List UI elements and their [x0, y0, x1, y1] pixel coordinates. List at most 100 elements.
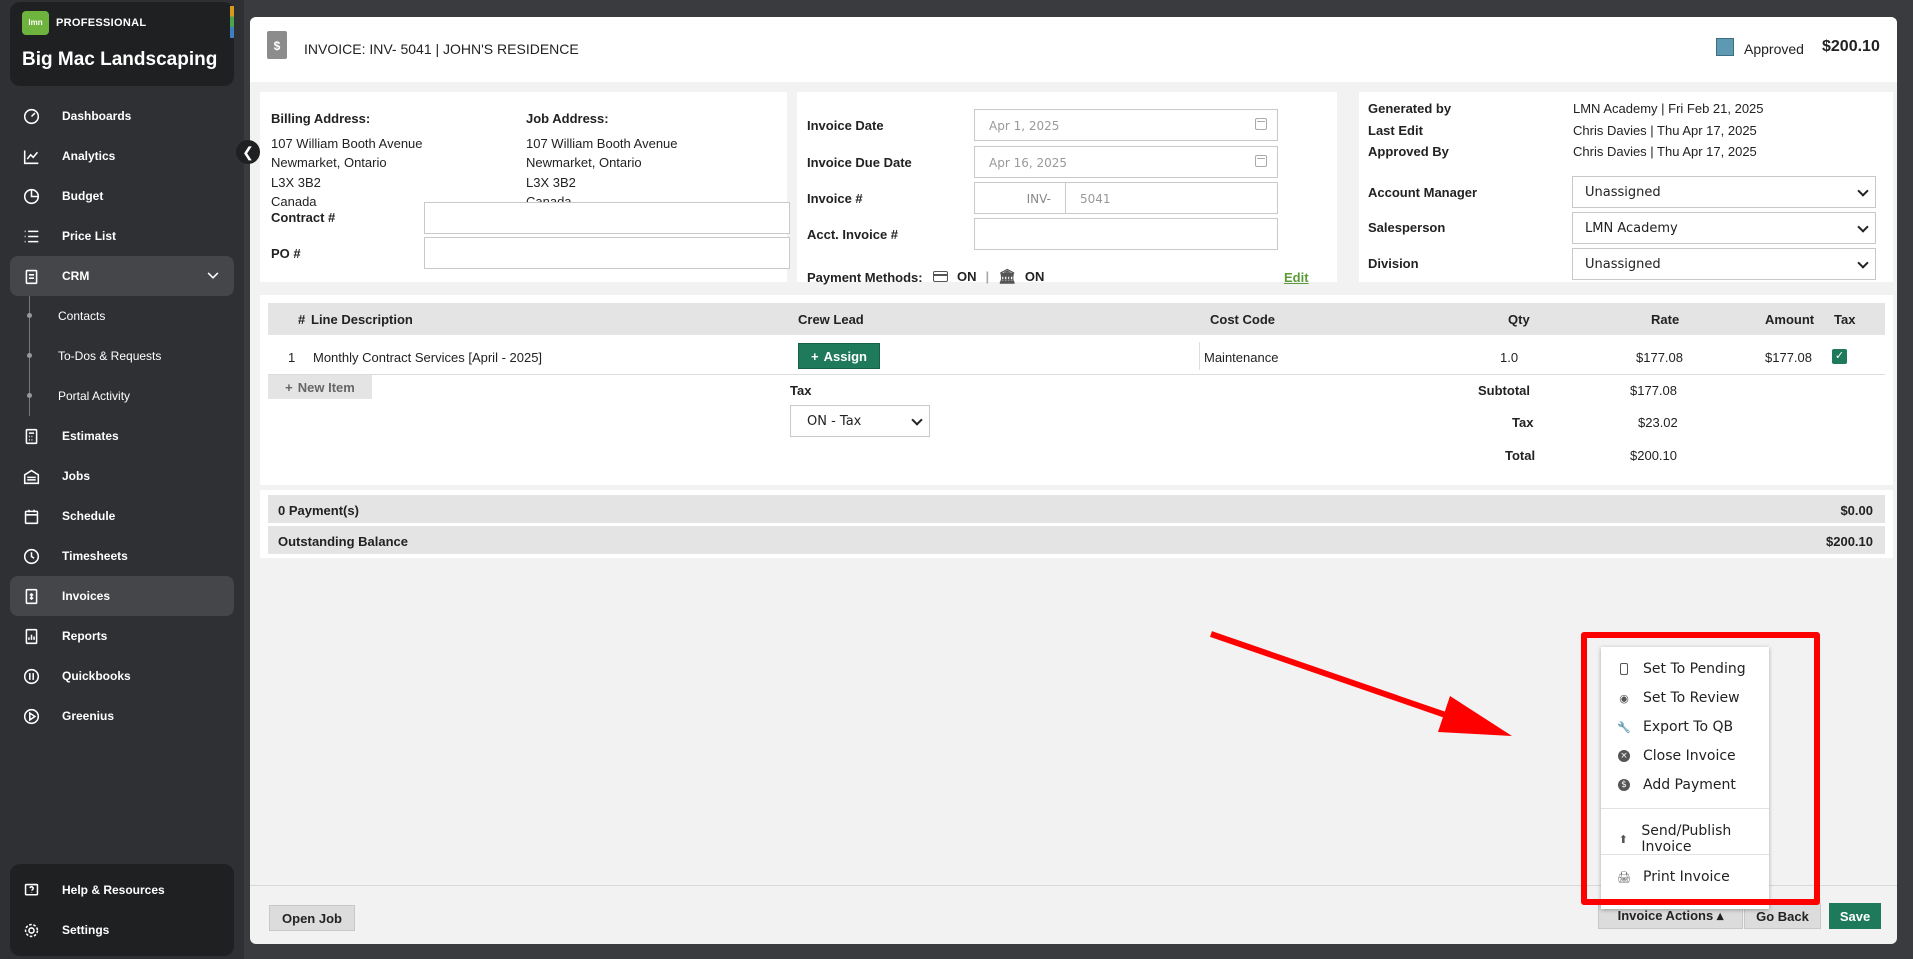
invoice-icon: [22, 587, 40, 605]
invoice-header: $ INVOICE: INV- 5041 | JOHN'S RESIDENCE …: [250, 17, 1897, 82]
help-icon: [22, 881, 40, 899]
row-divider: [268, 374, 1885, 375]
nav-quickbooks[interactable]: Quickbooks: [10, 656, 234, 696]
po-field[interactable]: [424, 237, 790, 269]
tax-total-value: $23.02: [1638, 415, 1678, 430]
division-select[interactable]: Unassigned: [1572, 248, 1876, 280]
subtotal-value: $177.08: [1630, 383, 1677, 398]
card-status: ON: [957, 269, 977, 284]
meta-card: Generated by LMN Academy | Fri Feb 21, 2…: [1359, 92, 1893, 282]
calendar-icon: [22, 507, 40, 525]
calendar-icon[interactable]: [1255, 118, 1267, 130]
chevron-left-icon: ❮: [242, 143, 254, 160]
open-job-button[interactable]: Open Job: [269, 905, 355, 931]
row-description[interactable]: Monthly Contract Services [April - 2025]: [313, 350, 542, 365]
nav-timesheets[interactable]: Timesheets: [10, 536, 234, 576]
gauge-icon: [22, 107, 40, 125]
quickbooks-icon: [22, 667, 40, 685]
total-value: $200.10: [1630, 448, 1677, 463]
separator: |: [985, 269, 990, 284]
due-date-field[interactable]: Apr 16, 2025: [974, 146, 1278, 178]
nav-jobs[interactable]: Jobs: [10, 456, 234, 496]
nav-estimates[interactable]: Estimates: [10, 416, 234, 456]
nav-label: CRM: [62, 269, 90, 283]
billing-line-2: Newmarket, Ontario: [271, 155, 387, 170]
line-items-card: # Line Description Crew Lead Cost Code Q…: [260, 295, 1893, 485]
nav-help[interactable]: Help & Resources: [10, 870, 234, 910]
nav-settings[interactable]: Settings: [10, 910, 234, 950]
sidebar: lmn PROFESSIONAL Big Mac Landscaping Das…: [0, 0, 244, 959]
calendar-icon[interactable]: [1255, 155, 1267, 167]
row-cost-code[interactable]: Maintenance: [1204, 350, 1278, 365]
main-nav: Dashboards Analytics Budget Price List C…: [10, 96, 234, 736]
invoice-prefix-field: INV-: [974, 182, 1066, 214]
new-item-label: New Item: [297, 379, 355, 395]
nav-todos-requests[interactable]: To-Dos & Requests: [10, 336, 234, 376]
col-qty: Qty: [1508, 312, 1530, 327]
invoice-number-label: Invoice #: [807, 191, 863, 206]
sidebar-collapse-button[interactable]: ❮: [236, 140, 260, 164]
acct-invoice-label: Acct. Invoice #: [807, 227, 899, 242]
nav-portal-activity[interactable]: Portal Activity: [10, 376, 234, 416]
tax-select[interactable]: ON - Tax: [790, 405, 930, 437]
balance-label: Outstanding Balance: [278, 534, 409, 549]
nav-label: Jobs: [62, 469, 91, 483]
new-item-button[interactable]: + New Item: [268, 375, 372, 399]
account-manager-select[interactable]: Unassigned: [1572, 176, 1876, 208]
billing-line-1: 107 William Booth Avenue: [271, 136, 423, 151]
chevron-down-icon[interactable]: [206, 268, 220, 285]
billing-line-4: Canada: [271, 194, 317, 209]
brand-block[interactable]: lmn PROFESSIONAL Big Mac Landscaping: [10, 2, 234, 86]
save-button[interactable]: Save: [1829, 903, 1881, 929]
approved-by-label: Approved By: [1368, 144, 1449, 159]
building-icon: [22, 467, 40, 485]
balance-value: $200.10: [1826, 534, 1873, 549]
col-number: #: [298, 312, 306, 327]
nav-analytics[interactable]: Analytics: [10, 136, 234, 176]
chevron-down-icon: [1857, 185, 1869, 197]
total-label: Total: [1505, 448, 1536, 463]
bank-status: ON: [1024, 269, 1045, 284]
salesperson-value: LMN Academy: [1585, 221, 1678, 236]
cell-divider: [1199, 342, 1200, 370]
plus-icon: +: [811, 348, 819, 364]
nav-reports[interactable]: Reports: [10, 616, 234, 656]
row-rate[interactable]: $177.08: [1636, 350, 1683, 365]
invoice-number-field[interactable]: 5041: [1065, 182, 1278, 214]
payment-methods-status: ON | 🏛 ON: [933, 268, 1044, 285]
assign-label: Assign: [823, 348, 867, 364]
edit-payment-methods-link[interactable]: Edit: [1284, 270, 1309, 285]
billing-address-label: Billing Address:: [271, 111, 371, 126]
nav-contacts[interactable]: Contacts: [10, 296, 234, 336]
account-manager-label: Account Manager: [1368, 185, 1478, 200]
job-address-label: Job Address:: [526, 111, 609, 126]
job-line-3: L3X 3B2: [526, 175, 576, 190]
col-amount: Amount: [1765, 312, 1815, 327]
contract-label: Contract #: [271, 210, 336, 225]
assign-crew-button[interactable]: + Assign: [798, 343, 880, 369]
nav-greenius[interactable]: Greenius: [10, 696, 234, 736]
nav-crm[interactable]: CRM: [10, 256, 234, 296]
col-tax: Tax: [1834, 312, 1856, 327]
chart-line-icon: [22, 147, 40, 165]
tax-checkbox[interactable]: ✓: [1832, 349, 1847, 364]
invoice-date-field[interactable]: Apr 1, 2025: [974, 109, 1278, 141]
gear-icon: [22, 921, 40, 939]
nav-label: Settings: [62, 923, 110, 937]
contract-field[interactable]: [424, 202, 790, 234]
nav-label: Budget: [62, 189, 104, 203]
acct-invoice-field[interactable]: [974, 218, 1278, 250]
nav-budget[interactable]: Budget: [10, 176, 234, 216]
nav-invoices[interactable]: Invoices: [10, 576, 234, 616]
division-label: Division: [1368, 256, 1419, 271]
salesperson-select[interactable]: LMN Academy: [1572, 212, 1876, 244]
generated-by-label: Generated by: [1368, 101, 1452, 116]
nav-price-list[interactable]: Price List: [10, 216, 234, 256]
row-qty[interactable]: 1.0: [1500, 350, 1518, 365]
chevron-down-icon: [1857, 257, 1869, 269]
nav-schedule[interactable]: Schedule: [10, 496, 234, 536]
last-edit-value: Chris Davies | Thu Apr 17, 2025: [1573, 123, 1757, 138]
bank-icon: 🏛: [998, 268, 1016, 284]
nav-dashboards[interactable]: Dashboards: [10, 96, 234, 136]
invoice-document-icon: $: [267, 31, 287, 59]
